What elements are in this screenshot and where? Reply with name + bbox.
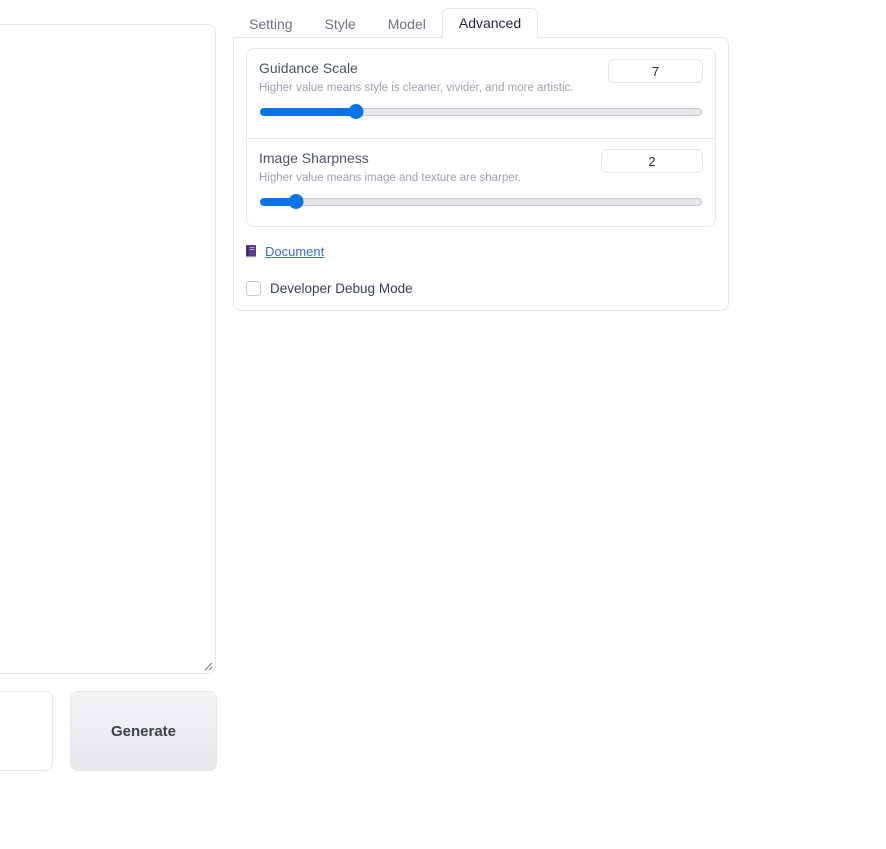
guidance-scale-block: Guidance Scale Higher value means style … [247,49,715,138]
guidance-scale-slider-thumb[interactable] [348,104,364,119]
tab-setting[interactable]: Setting [233,9,309,38]
tab-model[interactable]: Model [372,9,442,38]
skip-button[interactable] [0,691,53,771]
tab-style[interactable]: Style [309,9,372,38]
prompt-textarea[interactable] [0,24,216,674]
settings-tabs: Setting Style Model Advanced [233,8,539,38]
image-sharpness-slider-thumb[interactable] [288,194,304,209]
debug-mode-row[interactable]: Developer Debug Mode [246,281,413,296]
resize-handle-icon[interactable] [203,661,213,671]
document-link[interactable]: Document [246,244,324,259]
image-sharpness-label: Image Sharpness [259,150,369,166]
image-sharpness-block: Image Sharpness Higher value means image… [247,138,715,226]
image-sharpness-slider[interactable] [260,194,702,209]
guidance-scale-label: Guidance Scale [259,60,358,76]
image-sharpness-input[interactable] [601,149,703,173]
debug-mode-checkbox[interactable] [246,281,261,296]
sliders-card: Guidance Scale Higher value means style … [246,48,716,227]
guidance-scale-info: Higher value means style is cleaner, viv… [259,82,574,94]
advanced-panel: Guidance Scale Higher value means style … [233,37,729,311]
guidance-scale-slider-fill [260,108,355,116]
document-link-label[interactable]: Document [265,244,324,259]
debug-mode-label: Developer Debug Mode [270,281,413,296]
image-sharpness-info: Higher value means image and texture are… [259,172,522,184]
tab-advanced[interactable]: Advanced [441,8,539,38]
guidance-scale-input[interactable] [608,59,703,83]
book-icon [246,245,256,258]
guidance-scale-slider[interactable] [260,104,702,119]
generate-button[interactable]: Generate [70,691,217,771]
